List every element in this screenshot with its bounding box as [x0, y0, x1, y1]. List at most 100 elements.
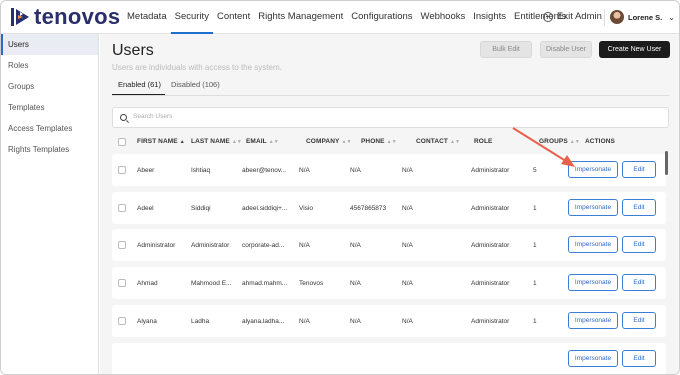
- select-all-checkbox[interactable]: [118, 138, 126, 146]
- column-last-name[interactable]: LAST NAME ▲▼: [191, 138, 242, 145]
- cell-first-name: Administrator: [137, 242, 176, 249]
- cell-groups: 1: [533, 318, 537, 325]
- sort-icon: ▲▼: [231, 139, 242, 145]
- table-row[interactable]: Alyana Ladha alyana.ladha... N/A N/A N/A…: [112, 305, 666, 337]
- nav-content[interactable]: Content: [213, 1, 254, 34]
- row-checkbox[interactable]: [118, 204, 126, 212]
- cell-groups: 1: [533, 280, 537, 287]
- cell-contact: N/A: [402, 242, 413, 249]
- column-contact[interactable]: CONTACT ▲▼: [416, 138, 460, 145]
- impersonate-button[interactable]: Impersonate: [568, 236, 618, 253]
- nav-security[interactable]: Security: [170, 1, 213, 34]
- page-subtitle: Users are individuals with access to the…: [112, 63, 282, 72]
- sort-asc-icon: ▲: [179, 139, 185, 145]
- sort-icon: ▲▼: [386, 139, 397, 145]
- cell-contact: N/A: [402, 167, 413, 174]
- cell-email: ahmad.mahm...: [242, 280, 288, 287]
- table-row[interactable]: Adeel Siddiqi adeel.siddiqi+... Visio 45…: [112, 192, 666, 224]
- nav-rights-management[interactable]: Rights Management: [254, 1, 347, 34]
- cell-phone: N/A: [350, 242, 361, 249]
- table-row[interactable]: Abeer Ishtiaq abeer@tenov... N/A N/A N/A…: [112, 154, 666, 186]
- sidebar-item-roles[interactable]: Roles: [1, 55, 98, 76]
- cell-groups: 5: [533, 167, 537, 174]
- cell-company: Visio: [299, 205, 313, 212]
- main-content: Users Users are individuals with access …: [100, 34, 679, 374]
- bulk-edit-button[interactable]: Bulk Edit: [480, 41, 532, 58]
- cell-role: Administrator: [471, 318, 510, 325]
- impersonate-button[interactable]: Impersonate: [568, 199, 618, 216]
- cell-last-name: Ladha: [191, 318, 210, 325]
- sort-icon: ▲▼: [268, 139, 279, 145]
- user-name: Lorene S.: [628, 12, 663, 22]
- tabs-divider: [112, 95, 669, 96]
- sidebar-item-access-templates[interactable]: Access Templates: [1, 118, 98, 139]
- page-title: Users: [112, 42, 154, 59]
- row-checkbox[interactable]: [118, 317, 126, 325]
- sort-icon: ▲▼: [341, 139, 352, 145]
- sidebar-item-groups[interactable]: Groups: [1, 76, 98, 97]
- sort-icon: ▲▼: [569, 139, 580, 145]
- tenovos-logo-icon: [11, 8, 29, 26]
- table-row[interactable]: Ahmad Mahmood E... ahmad.mahm... Tenovos…: [112, 267, 666, 299]
- cell-email: alyana.ladha...: [242, 318, 285, 325]
- create-new-user-button[interactable]: Create New User: [599, 41, 670, 58]
- cell-last-name: Siddiqi: [191, 205, 211, 212]
- edit-button[interactable]: Edit: [622, 350, 656, 367]
- impersonate-button[interactable]: Impersonate: [568, 161, 618, 178]
- nav-webhooks[interactable]: Webhooks: [417, 1, 470, 34]
- cell-phone: N/A: [350, 167, 361, 174]
- user-menu[interactable]: Lorene S. ⌄: [610, 10, 675, 24]
- exit-icon: [543, 11, 553, 22]
- impersonate-button[interactable]: Impersonate: [568, 274, 618, 291]
- row-checkbox[interactable]: [118, 241, 126, 249]
- exit-admin-label: Exit Admin: [557, 11, 602, 22]
- table-row-partial[interactable]: Impersonate Edit: [112, 343, 666, 374]
- table-scrollbar[interactable]: [665, 151, 668, 175]
- sidebar-item-rights-templates[interactable]: Rights Templates: [1, 139, 98, 160]
- nav-metadata[interactable]: Metadata: [123, 1, 171, 34]
- edit-button[interactable]: Edit: [622, 199, 656, 216]
- column-groups[interactable]: GROUPS ▲▼: [539, 138, 580, 145]
- cell-role: Administrator: [471, 167, 510, 174]
- column-actions: ACTIONS: [585, 138, 615, 145]
- edit-button[interactable]: Edit: [622, 312, 656, 329]
- cell-company: N/A: [299, 242, 310, 249]
- column-email[interactable]: EMAIL ▲▼: [246, 138, 279, 145]
- sidebar: Users Roles Groups Templates Access Temp…: [1, 34, 99, 374]
- row-checkbox[interactable]: [118, 279, 126, 287]
- cell-phone: 4567865873: [350, 205, 387, 212]
- edit-button[interactable]: Edit: [622, 236, 656, 253]
- cell-contact: N/A: [402, 318, 413, 325]
- chevron-down-icon: ⌄: [668, 12, 675, 22]
- table-row[interactable]: Administrator Administrator corporate-ad…: [112, 229, 666, 261]
- cell-company: N/A: [299, 167, 310, 174]
- tab-disabled[interactable]: Disabled (106): [165, 78, 224, 96]
- search-input[interactable]: Search Users: [112, 107, 669, 128]
- exit-admin-button[interactable]: Exit Admin: [543, 11, 602, 22]
- column-company[interactable]: COMPANY ▲▼: [306, 138, 352, 145]
- nav-configurations[interactable]: Configurations: [347, 1, 416, 34]
- edit-button[interactable]: Edit: [622, 274, 656, 291]
- impersonate-button[interactable]: Impersonate: [568, 350, 618, 367]
- user-tabs: Enabled (61) Disabled (106): [112, 78, 224, 96]
- nav-divider: [604, 9, 605, 26]
- cell-first-name: Ahmad: [137, 280, 158, 287]
- impersonate-button[interactable]: Impersonate: [568, 312, 618, 329]
- nav-insights[interactable]: Insights: [469, 1, 510, 34]
- column-role: ROLE: [474, 138, 493, 145]
- column-phone[interactable]: PHONE ▲▼: [361, 138, 397, 145]
- disable-user-button[interactable]: Disable User: [540, 41, 592, 58]
- sidebar-item-templates[interactable]: Templates: [1, 97, 98, 118]
- table-header: FIRST NAME ▲ LAST NAME ▲▼ EMAIL ▲▼ COMPANY ▲…: [112, 134, 669, 150]
- edit-button[interactable]: Edit: [622, 161, 656, 178]
- column-first-name[interactable]: FIRST NAME ▲: [137, 138, 185, 145]
- row-checkbox[interactable]: [118, 166, 126, 174]
- sort-icon: ▲▼: [450, 139, 461, 145]
- cell-role: Administrator: [471, 205, 510, 212]
- tab-enabled[interactable]: Enabled (61): [112, 78, 165, 96]
- cell-role: Administrator: [471, 242, 510, 249]
- search-icon: [120, 114, 127, 121]
- tenovos-logo[interactable]: tenovos: [9, 5, 120, 29]
- sidebar-item-users[interactable]: Users: [1, 34, 98, 55]
- cell-groups: 1: [533, 205, 537, 212]
